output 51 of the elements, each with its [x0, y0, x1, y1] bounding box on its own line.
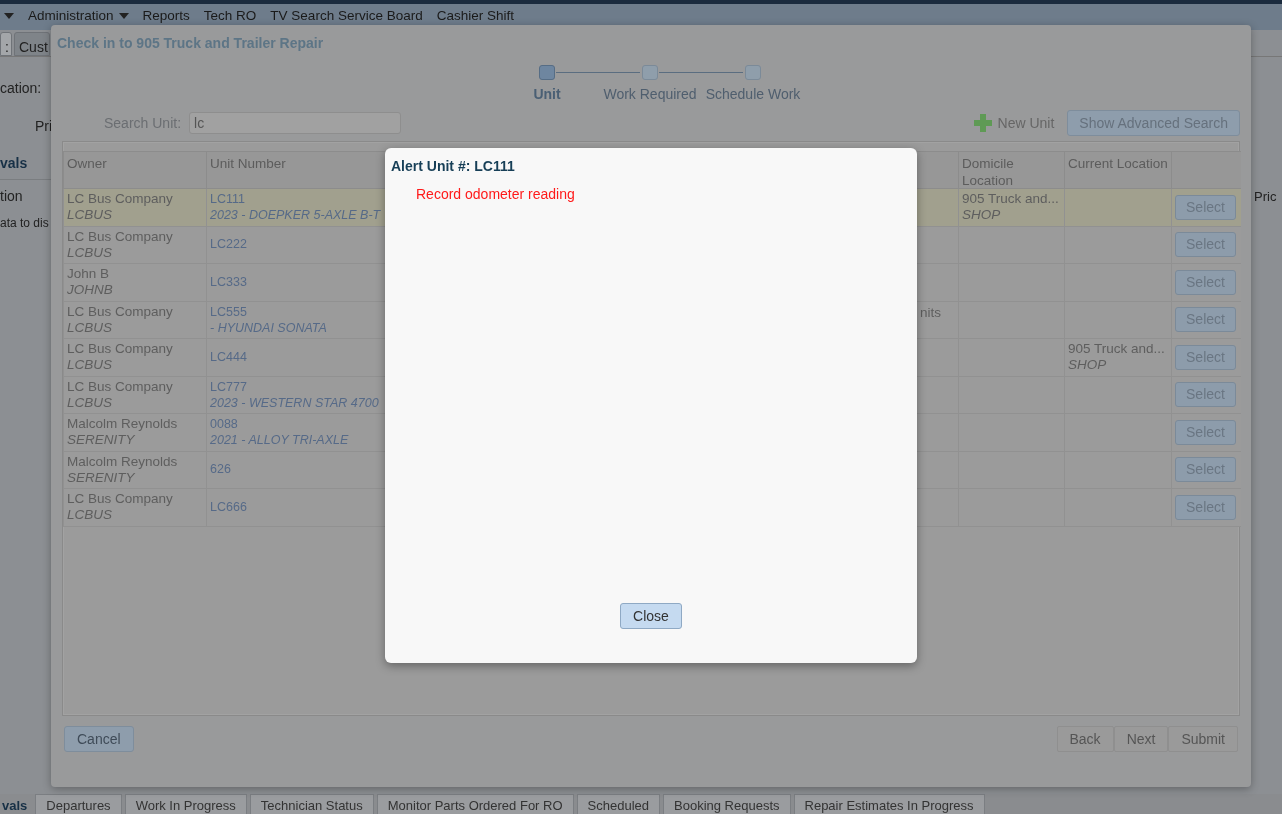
- column-header: Owner: [67, 156, 107, 171]
- owner-name: Malcolm Reynolds: [67, 416, 179, 433]
- alert-title: Alert Unit #: LC111: [390, 157, 516, 176]
- step-label: Work Required: [603, 85, 697, 104]
- owner-name: LC Bus Company: [67, 378, 174, 395]
- owner-code: SERENITY: [67, 469, 136, 486]
- step-label: Schedule Work: [705, 85, 801, 104]
- column-header: Domicile Location: [962, 156, 1014, 188]
- unit-number: LC222: [210, 236, 248, 254]
- owner-name: John B: [67, 266, 111, 283]
- unit-description: 2023 - DOEPKER 5-AXLE B-T: [210, 207, 382, 224]
- price-label: Pric: [1254, 188, 1277, 206]
- owner-name: Malcolm Reynolds: [67, 453, 179, 470]
- location-code: SHOP: [962, 207, 1002, 224]
- column-header: tion: [0, 187, 23, 206]
- owner-name: LC Bus Company: [67, 228, 174, 245]
- empty-message: ata to dis: [0, 215, 49, 232]
- owner-code: JOHNB: [67, 282, 114, 299]
- location-code: SHOP: [1068, 357, 1108, 374]
- column-header: Unit Number: [210, 156, 286, 171]
- column-header: Current Location: [1068, 156, 1168, 171]
- location-label: cation:: [0, 79, 42, 98]
- owner-code: LCBUS: [67, 207, 113, 224]
- owner-name: LC Bus Company: [67, 341, 174, 358]
- owner-code: LCBUS: [67, 394, 113, 411]
- domicile-location: 905 Truck and...: [962, 191, 1060, 208]
- unit-number: LC333: [210, 273, 248, 291]
- owner-name: LC Bus Company: [67, 303, 174, 320]
- alert-message: Record odometer reading: [415, 185, 576, 204]
- owner-code: LCBUS: [67, 319, 113, 336]
- price-label: Pri: [35, 117, 53, 136]
- unit-number: LC777: [210, 378, 248, 395]
- unit-number: 0088: [210, 416, 239, 433]
- unit-description: 2023 - WESTERN STAR 4700: [210, 394, 380, 411]
- unit-description: - HYUNDAI SONATA: [210, 319, 328, 336]
- owner-code: LCBUS: [67, 507, 113, 524]
- unit-number: 626: [210, 461, 232, 479]
- unit-number: LC444: [210, 348, 248, 366]
- dialog-title: Check in to 905 Truck and Trailer Repair: [57, 34, 325, 53]
- unit-number: LC111: [210, 191, 246, 208]
- table-cell-text: nits: [920, 303, 942, 322]
- owner-code: LCBUS: [67, 244, 113, 261]
- owner-name: LC Bus Company: [67, 191, 174, 208]
- unit-number: LC666: [210, 498, 248, 516]
- owner-code: SERENITY: [67, 432, 136, 449]
- current-location: 905 Truck and...: [1068, 341, 1166, 358]
- step-label: Unit: [533, 85, 561, 104]
- owner-name: LC Bus Company: [67, 491, 174, 508]
- unit-description: 2021 - ALLOY TRI-AXLE: [210, 432, 350, 449]
- owner-code: LCBUS: [67, 357, 113, 374]
- unit-number: LC555: [210, 303, 248, 320]
